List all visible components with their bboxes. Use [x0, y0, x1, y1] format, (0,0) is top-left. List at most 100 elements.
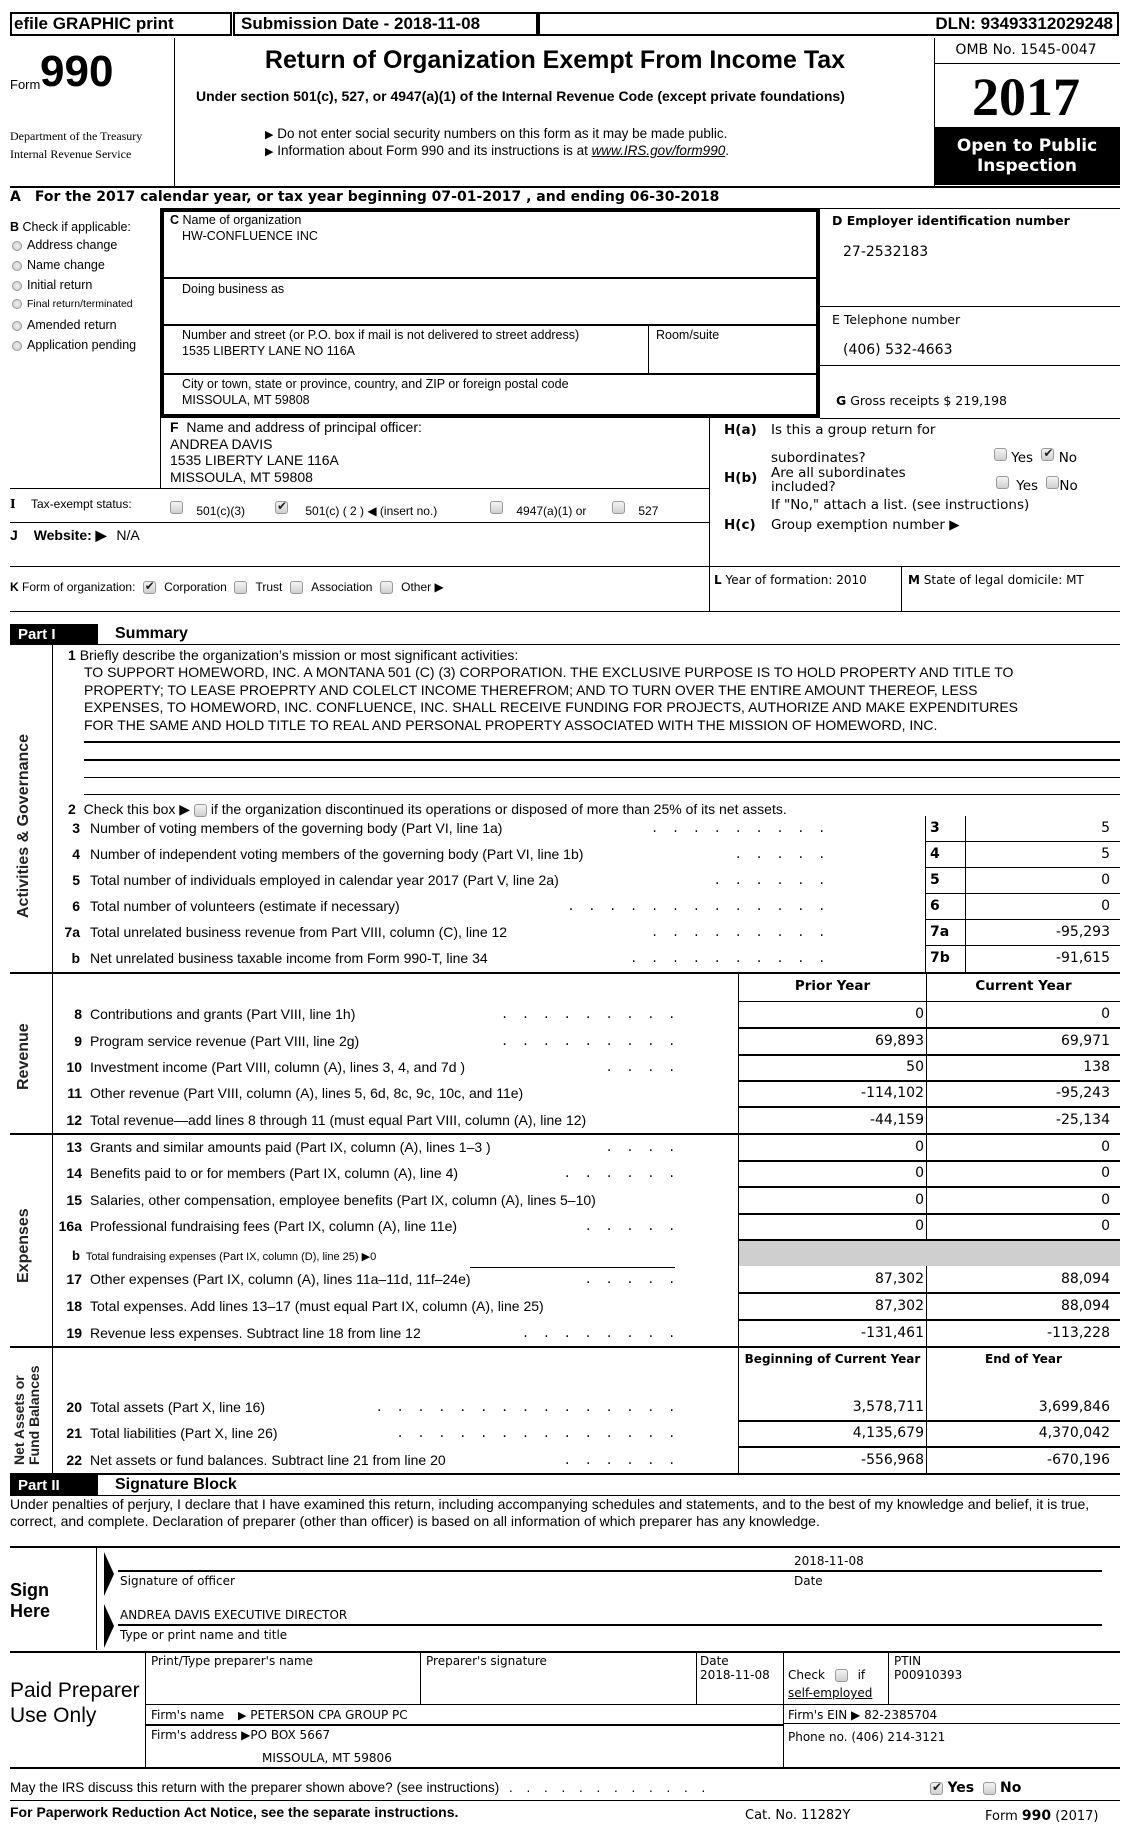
- mission-text: TO SUPPORT HOMEWORD, INC. A MONTANA 501 …: [84, 664, 1018, 733]
- officer-street: 1535 LIBERTY LANE 116A: [170, 452, 339, 468]
- governance-row: b Net unrelated business taxable income f…: [71, 950, 1110, 966]
- ssn-note: ▶ Do not enter social security numbers o…: [265, 126, 728, 141]
- other-checkbox[interactable]: [379, 581, 393, 595]
- arrow-right-icon: ▶: [238, 1709, 247, 1722]
- prior-value: 0: [915, 1006, 924, 1022]
- summary-row: 20 Total assets (Part X, line 16). . . . …: [0, 1394, 1120, 1422]
- firm-phone: Phone no. (406) 214-3121: [788, 1730, 946, 1744]
- corporation-checkbox[interactable]: [142, 579, 156, 595]
- date-label: Date: [794, 1574, 823, 1588]
- open-to-public: Open to Public Inspection: [934, 127, 1120, 185]
- preparer-date-value: 2018-11-08: [700, 1668, 770, 1682]
- tax-year: 2017: [972, 67, 1080, 127]
- phone-label: E Telephone number: [832, 312, 961, 327]
- option-radio[interactable]: [12, 340, 22, 351]
- part1-title: Summary: [115, 625, 188, 642]
- line-a: A For the 2017 calendar year, or tax year…: [10, 189, 720, 205]
- option-radio[interactable]: [12, 240, 22, 251]
- prior-value: 87,302: [875, 1298, 924, 1314]
- prior-value: 0: [915, 1139, 924, 1155]
- prior-value: 0: [915, 1218, 924, 1234]
- firm-address: Firm's address ▶PO BOX 5667: [151, 1728, 331, 1742]
- self-employed-checkbox[interactable]: [834, 1669, 848, 1682]
- preparer-signature-field[interactable]: Preparer's signature: [426, 1654, 547, 1668]
- summary-row: 15 Salaries, other compensation, employee…: [0, 1187, 1120, 1215]
- check-applicable-option: Application pending: [12, 338, 136, 352]
- line16b-shaded-cells: [739, 1241, 1120, 1266]
- section-b: B Check if applicable: Address change Nam…: [10, 220, 137, 352]
- current-value: -670,196: [1047, 1452, 1110, 1468]
- form-number-block: Form 990 Department of the Treasury Inte…: [10, 45, 175, 185]
- ein-label: D Employer identification number: [832, 213, 1070, 228]
- option-radio[interactable]: [12, 260, 22, 271]
- gross-receipts: G Gross receipts $ 219,198: [836, 393, 1007, 408]
- irs-link[interactable]: www.IRS.gov/form990: [592, 143, 726, 158]
- governance-value: -91,615: [1055, 950, 1110, 966]
- irs-discuss: May the IRS discuss this return with the…: [10, 1780, 711, 1795]
- firm-name: Firm's name ▶ PETERSON CPA GROUP PC: [151, 1708, 408, 1722]
- governance-value: -95,293: [1055, 924, 1110, 940]
- paperwork-notice: For Paperwork Reduction Act Notice, see …: [10, 1804, 459, 1820]
- 501c-checkbox[interactable]: [275, 499, 288, 515]
- officer-name: ANDREA DAVIS: [170, 435, 273, 452]
- cat-number: Cat. No. 11282Y: [745, 1808, 851, 1823]
- current-value: -25,134: [1055, 1112, 1110, 1128]
- ha-no-checkbox[interactable]: [1041, 446, 1055, 461]
- principal-officer: F Name and address of principal officer:…: [170, 419, 422, 485]
- summary-row: 13 Grants and similar amounts paid (Part …: [0, 1134, 1120, 1162]
- self-employed-label: self-employed: [788, 1686, 873, 1700]
- discuss-yes-checkbox[interactable]: [930, 1780, 943, 1795]
- ha-yes-checkbox[interactable]: [994, 447, 1007, 461]
- form-number: 990: [40, 47, 114, 96]
- association-checkbox[interactable]: [289, 581, 303, 595]
- year-of-formation: L Year of formation: 2010: [714, 573, 867, 587]
- paid-preparer-heading: Paid Preparer Use Only: [10, 1679, 140, 1727]
- hb-no-checkbox[interactable]: [1046, 475, 1060, 489]
- part2-label: Part II: [10, 1475, 98, 1496]
- officer-city: MISSOULA, MT 59808: [170, 468, 313, 485]
- governance-value: 0: [1101, 898, 1110, 914]
- governance-row: 4 Number of independent voting members of…: [0, 842, 1120, 868]
- prior-value: -131,461: [861, 1325, 924, 1341]
- option-radio[interactable]: [12, 299, 22, 310]
- hb-yes-checkbox[interactable]: [996, 475, 1009, 489]
- omb-number: OMB No. 1545-0047: [955, 42, 1097, 58]
- discontinued-checkbox[interactable]: [193, 803, 207, 817]
- 501c3-checkbox[interactable]: [170, 501, 183, 515]
- current-value: -113,228: [1047, 1325, 1110, 1341]
- room-suite-label: Room/suite: [656, 328, 720, 342]
- dln: DLN: 93493312029248: [538, 12, 1119, 36]
- section-c: C Name of organization HW-CONFLUENCE INC…: [160, 208, 820, 418]
- check-applicable-option: Address change: [12, 238, 117, 252]
- part1-label: Part I: [10, 624, 98, 645]
- current-value: -95,243: [1055, 1085, 1110, 1101]
- col-beginning-year: Beginning of Current Year: [744, 1352, 921, 1366]
- check-applicable-option: Initial return: [12, 278, 92, 292]
- prior-value: 4,135,679: [852, 1425, 924, 1441]
- sign-arrow-icon: [104, 1604, 114, 1648]
- current-value: 4,370,042: [1038, 1425, 1110, 1441]
- col-end-year: End of Year: [985, 1352, 1062, 1366]
- 4947a1-checkbox[interactable]: [490, 501, 503, 515]
- officer-name-title: ANDREA DAVIS EXECUTIVE DIRECTOR: [120, 1608, 348, 1622]
- form-title: Return of Organization Exempt From Incom…: [264, 46, 846, 74]
- option-radio[interactable]: [12, 280, 22, 291]
- street-value: 1535 LIBERTY LANE NO 116A: [182, 344, 356, 358]
- option-radio[interactable]: [12, 320, 22, 331]
- signature-of-officer-field[interactable]: Signature of officer: [120, 1574, 235, 1588]
- discuss-no-checkbox[interactable]: [982, 1781, 996, 1795]
- 527-checkbox[interactable]: [612, 501, 625, 515]
- form-subtitle: Under section 501(c), 527, or 4947(a)(1)…: [196, 88, 845, 104]
- governance-row: 7a Total unrelated business revenue from …: [0, 920, 1120, 946]
- current-value: 0: [1101, 1218, 1110, 1234]
- current-value: 69,971: [1061, 1033, 1110, 1049]
- trust-checkbox[interactable]: [234, 581, 248, 595]
- summary-row: 22 Net assets or fund balances. Subtract …: [0, 1447, 1120, 1475]
- city-value: MISSOULA, MT 59808: [182, 393, 310, 407]
- current-value: 0: [1101, 1165, 1110, 1181]
- firm-ein: Firm's EIN ▶ 82-2385704: [788, 1708, 938, 1722]
- governance-value: 5: [1101, 820, 1110, 836]
- irs-label: Internal Revenue Service: [10, 147, 132, 161]
- irs-discuss-options: Yes No: [930, 1780, 1021, 1796]
- governance-row: 3 Number of voting members of the governi…: [0, 816, 1120, 842]
